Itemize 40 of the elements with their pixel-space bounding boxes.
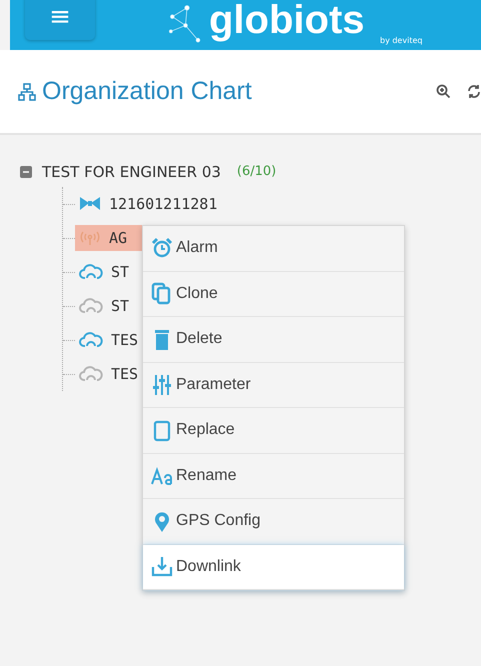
menu-label: GPS Config: [176, 511, 260, 532]
menu-item[interactable]: Rename: [143, 454, 404, 499]
device-count: (6/10): [236, 163, 276, 182]
alarm-clock-icon: [151, 236, 173, 260]
item-label: AG: [109, 228, 128, 249]
menu-label: Replace: [176, 420, 235, 440]
menu-item[interactable]: Alarm: [143, 226, 404, 272]
menu-item[interactable]: Parameter: [143, 362, 404, 408]
item-label: 121601211281: [109, 194, 218, 215]
menu-item[interactable]: Replace: [143, 408, 404, 454]
zoom-icon[interactable]: [436, 84, 451, 99]
copy-icon: [151, 282, 173, 306]
tree-item[interactable]: ST: [75, 258, 134, 286]
menu-label: Parameter: [176, 374, 251, 395]
menu-item[interactable]: Downlink: [143, 544, 404, 590]
item-label: TES: [111, 330, 138, 351]
sliders-icon: [151, 373, 173, 396]
item-label: ST: [111, 262, 130, 283]
logo-tagline: by deviteq: [380, 36, 422, 46]
refresh-icon[interactable]: [467, 84, 481, 99]
tree-item[interactable]: ST: [75, 292, 134, 320]
tablet-icon: [151, 418, 173, 442]
tree-item[interactable]: 121601211281: [75, 190, 222, 218]
tree-root-label[interactable]: TEST FOR ENGINEER 03: [42, 160, 221, 184]
tree-item[interactable]: TES: [75, 360, 142, 388]
menu-label: Alarm: [176, 238, 218, 258]
collapse-icon[interactable]: [20, 166, 32, 178]
menu-item[interactable]: Clone: [143, 272, 404, 317]
tree-item[interactable]: TES: [75, 326, 142, 354]
item-label: ST: [111, 296, 130, 317]
page-title: Organization Chart: [42, 76, 252, 107]
hierarchy-icon: [18, 82, 36, 100]
menu-item[interactable]: Delete: [143, 317, 404, 362]
logo-text: globiots: [209, 0, 365, 40]
item-label: TES: [111, 364, 138, 385]
menu-label: Delete: [176, 329, 222, 350]
menu-label: Clone: [176, 284, 218, 304]
menu-label: Downlink: [176, 556, 241, 577]
menu-label: Rename: [176, 466, 236, 486]
download-icon: [151, 555, 173, 578]
